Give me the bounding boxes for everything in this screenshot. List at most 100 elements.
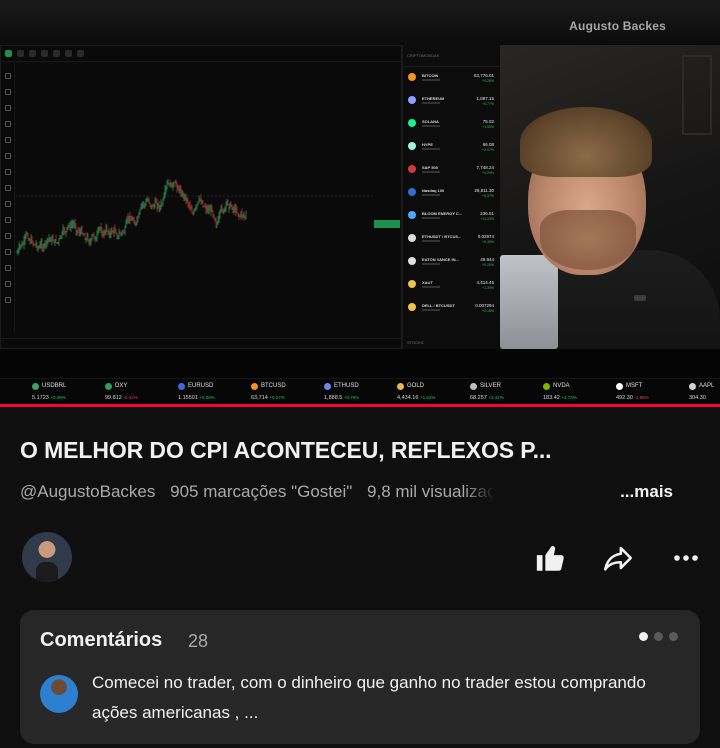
ticker-symbol: GOLD	[407, 383, 425, 389]
asset-name: BITCOIN	[422, 73, 439, 78]
presenter-camera	[500, 45, 720, 349]
asset-subtitle	[422, 240, 440, 242]
pager-dot-active	[639, 632, 648, 641]
ticker-symbol-icon	[324, 383, 331, 390]
asset-change: +11.33%	[480, 217, 494, 221]
ticker-symbol: DXY	[115, 383, 128, 389]
asset-price: 1,897.15	[476, 96, 494, 101]
presenter-hair	[520, 107, 652, 177]
asset-logo-icon	[408, 119, 416, 127]
presenter-laptop	[500, 255, 558, 349]
asset-subtitle	[422, 125, 440, 127]
asset-logo-icon	[408, 280, 416, 288]
watchlist-row: ETHUSDT / BTCUS... 0.02974 +0.46%	[403, 228, 500, 251]
asset-price: 75.02	[482, 119, 494, 124]
like-button[interactable]	[533, 540, 569, 576]
ticker-symbol-icon	[251, 383, 258, 390]
asset-name: ETHEREUM	[422, 96, 445, 101]
asset-change: +0.15%	[482, 263, 494, 267]
asset-logo-icon	[408, 165, 416, 173]
ticker-symbol: MSFT	[626, 383, 643, 389]
pager-dot	[669, 632, 678, 641]
channel-avatar[interactable]	[22, 532, 72, 582]
asset-price: 49.844	[480, 257, 494, 262]
comments-pager	[639, 632, 678, 641]
ticker-symbol: ETHUSD	[334, 383, 359, 389]
watchlist-row: Nasdaq 100 29,811.30 +0.37%	[403, 182, 500, 205]
chart-time-axis	[1, 338, 401, 348]
asset-name: HYPE	[422, 142, 433, 147]
asset-price: 66.08	[482, 142, 494, 147]
views-count: 9,8 mil visualizações	[367, 482, 496, 501]
watchlist-row: SOLANA 75.02 +1.05%	[403, 113, 500, 136]
market-ticker-bar: USDBRL 5.1723 +0.09% DXY 99.812 -0.01% EURUS…	[0, 378, 720, 404]
asset-subtitle	[422, 263, 440, 265]
channel-handle[interactable]: @AugustoBackes	[20, 482, 155, 501]
asset-change: +0.29%	[482, 171, 494, 175]
asset-subtitle	[422, 171, 440, 173]
ticker-value: 99.812 -0.01%	[105, 395, 138, 401]
current-price-tag	[374, 220, 400, 228]
video-progress-bar[interactable]	[0, 404, 720, 407]
share-button[interactable]	[600, 540, 636, 576]
asset-subtitle	[422, 102, 440, 104]
asset-price: 29,811.30	[474, 188, 494, 193]
comments-card[interactable]: Comentários 28 Comecei no trader, com o …	[20, 610, 700, 744]
ticker-symbol: AAPL	[699, 383, 715, 389]
asset-subtitle	[422, 194, 440, 196]
watchlist-row: BITCOIN 63,776.01 +0.28%	[403, 67, 500, 90]
ticker-value: 304.30	[689, 395, 706, 401]
action-row	[0, 530, 720, 590]
ticker-symbol-icon	[397, 383, 404, 390]
ticker-symbol-icon	[543, 383, 550, 390]
watchlist-row: XAUT 4,414.45 +1.39%	[403, 274, 500, 297]
asset-subtitle	[422, 217, 440, 219]
ticker-symbol: USDBRL	[42, 383, 67, 389]
chart-toolbar	[1, 46, 401, 62]
asset-name: XAUT	[422, 280, 433, 285]
asset-change: +2.07%	[482, 148, 494, 152]
ticker-symbol-icon	[178, 383, 185, 390]
watchlist-row: ETHEREUM 1,897.15 +0.77%	[403, 90, 500, 113]
asset-change: +0.46%	[482, 240, 494, 244]
ticker-symbol-icon	[616, 383, 623, 390]
asset-logo-icon	[408, 73, 416, 81]
watchlist-footer: STOCKS	[407, 340, 424, 345]
likes-count: 905 marcações "Gostei"	[170, 482, 353, 501]
ticker-value: 5.1723 +0.09%	[32, 395, 66, 401]
more-dots-icon	[674, 555, 698, 561]
ticker-symbol-icon	[32, 383, 39, 390]
watchlist-row: BLOOM ENERGY C... 236.51 +11.33%	[403, 205, 500, 228]
commenter-avatar[interactable]	[40, 675, 78, 713]
more-options-button[interactable]	[668, 540, 704, 576]
channel-watermark: Augusto Backes	[569, 19, 666, 33]
asset-name: Nasdaq 100	[422, 188, 445, 193]
asset-change: +0.18%	[482, 309, 494, 313]
asset-subtitle	[422, 79, 440, 81]
video-title[interactable]: O MELHOR DO CPI ACONTECEU, REFLEXOS P...	[20, 437, 700, 464]
ticker-value: 1.15501 +0.08%	[178, 395, 215, 401]
asset-name: S&P 500	[422, 165, 438, 170]
video-meta-row[interactable]: @AugustoBackes 905 marcações "Gostei" 9,…	[20, 482, 700, 504]
asset-logo-icon	[408, 234, 416, 242]
asset-subtitle	[422, 148, 440, 150]
trading-chart-panel	[0, 45, 402, 349]
asset-logo-icon	[408, 96, 416, 104]
video-player[interactable]: Augusto Backes CRIPTOMOEDAS BITCOIN 63,77…	[0, 0, 720, 408]
ticker-symbol: NVDA	[553, 383, 570, 389]
asset-change: +0.28%	[482, 79, 494, 83]
pager-dot	[654, 632, 663, 641]
ticker-symbol: BTCUSD	[261, 383, 286, 389]
asset-name: DELL / BTCUSDT	[422, 303, 455, 308]
watchlist-row: HYPE 66.08 +2.07%	[403, 136, 500, 159]
comments-title: Comentários	[40, 629, 163, 651]
ticker-symbol-icon	[689, 383, 696, 390]
asset-subtitle	[422, 309, 440, 311]
top-comment-text[interactable]: Comecei no trader, com o dinheiro que ga…	[92, 668, 682, 728]
asset-subtitle	[422, 286, 440, 288]
ticker-symbol-icon	[470, 383, 477, 390]
asset-logo-icon	[408, 303, 416, 311]
watchlist-panel: CRIPTOMOEDAS BITCOIN 63,776.01 +0.28% ETHER…	[402, 45, 500, 349]
more-link[interactable]: ...mais	[620, 482, 673, 502]
ticker-symbol-icon	[105, 383, 112, 390]
